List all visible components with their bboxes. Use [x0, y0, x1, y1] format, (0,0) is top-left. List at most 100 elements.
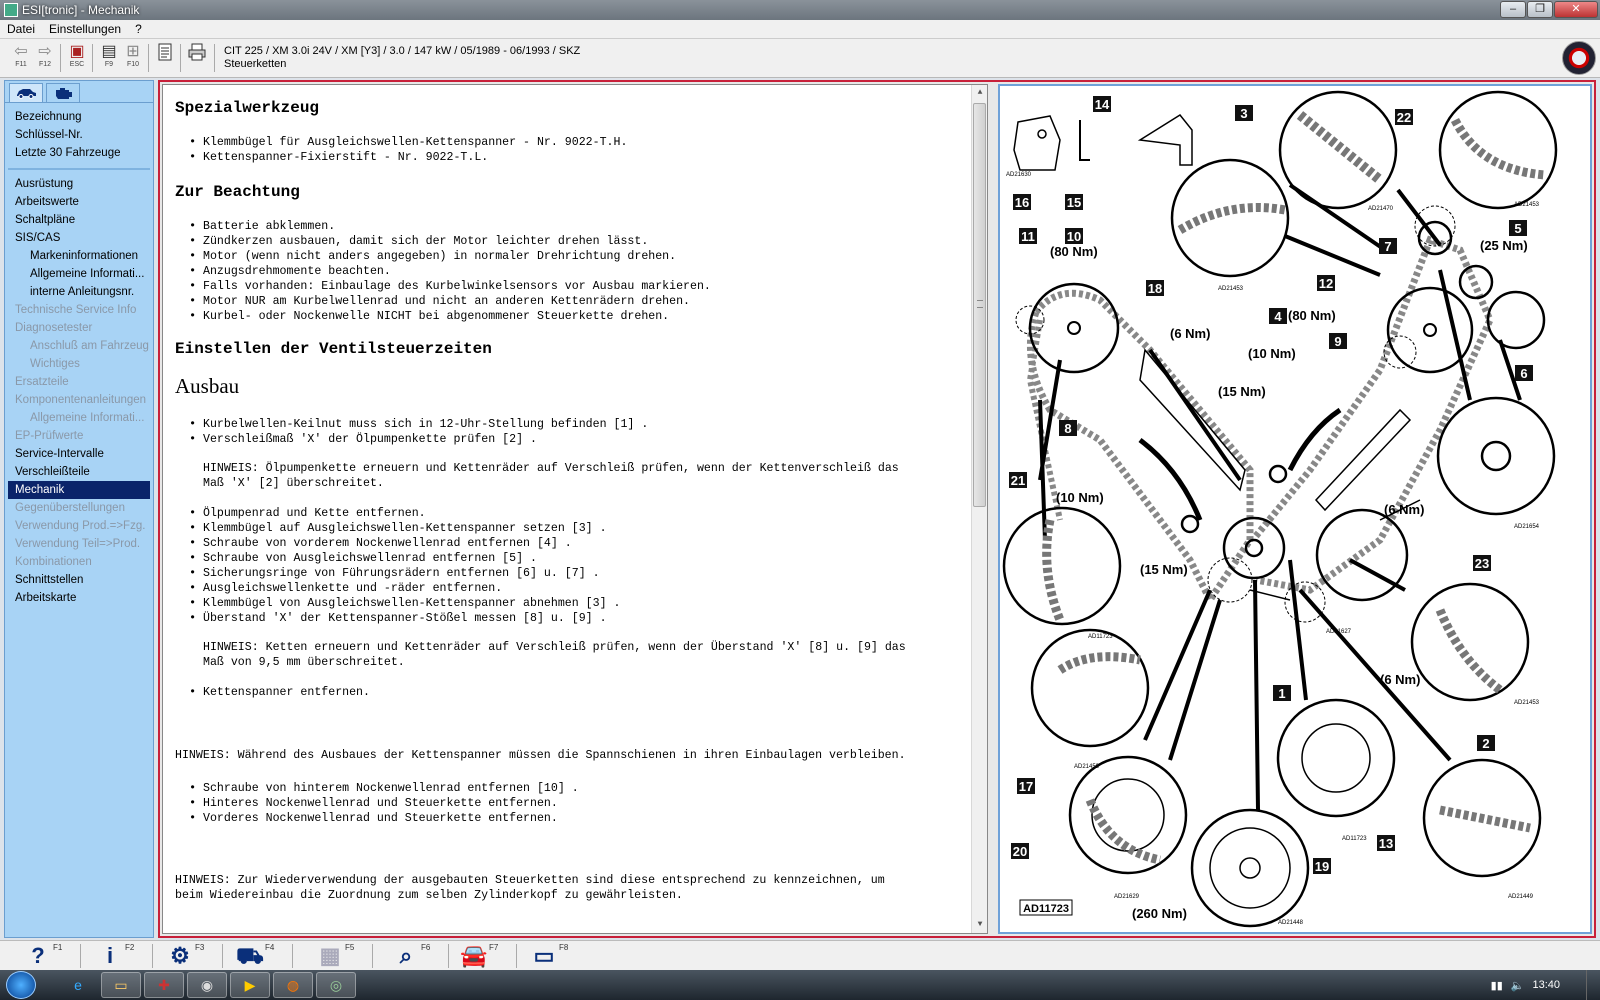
forward-button[interactable]: ⇨ F12 — [34, 43, 56, 73]
bosch-logo — [1562, 41, 1596, 75]
search-button[interactable]: ⌕ F6 — [392, 943, 431, 969]
figure-ref-label: AD21630 — [1006, 172, 1032, 178]
back-button[interactable]: ⇦ F11 — [10, 43, 32, 73]
clock[interactable]: 13:40 — [1532, 979, 1560, 991]
bosch-esi-icon[interactable]: ◎ — [316, 972, 356, 998]
window-controls: – ❐ ✕ — [1499, 1, 1598, 18]
sidebar-item-schnittstellen[interactable]: Schnittstellen — [8, 571, 150, 589]
text-scrollbar[interactable]: ▲ ▼ — [971, 85, 987, 933]
list-item: Motor NUR am Kurbelwellenrad und nicht a… — [175, 294, 971, 309]
vehicle-button[interactable]: 🚘 F7 — [460, 943, 498, 969]
callout-label: 15 — [1067, 195, 1081, 210]
sidebar-item-service-intervalle[interactable]: Service-Intervalle — [8, 445, 150, 463]
callout-label: 2 — [1482, 736, 1489, 751]
list-spezialwerkzeug: Klemmbügel für Ausgleichswellen-Kettensp… — [175, 135, 971, 165]
sidebar-item-bezeichnung[interactable]: Bezeichnung — [8, 108, 150, 126]
sidebar-item-kombinationen: Kombinationen — [15, 556, 92, 568]
callout-label: 3 — [1240, 106, 1247, 121]
vehicle-info: CIT 225 / XM 3.0i 24V / XM [Y3] / 3.0 / … — [224, 45, 580, 71]
vehicle-data-button[interactable]: ⛟ F4 — [236, 943, 274, 969]
network-icon[interactable]: ▮▮ — [1491, 979, 1503, 992]
monitor-icon: ▭ — [533, 943, 555, 968]
sidebar-item-technische-service-info: Technische Service Info — [15, 304, 137, 316]
sidebar-item-sis-cas[interactable]: SIS/CAS — [8, 229, 150, 247]
sidebar-item-markeninformationen[interactable]: Markeninformationen — [8, 247, 150, 265]
minimize-button[interactable]: – — [1500, 1, 1526, 18]
sidebar-item-arbeitswerte[interactable]: Arbeitswerte — [8, 193, 150, 211]
callout-label: 19 — [1315, 859, 1329, 874]
callout-label: 12 — [1319, 276, 1333, 291]
heading-einstellen: Einstellen der Ventilsteuerzeiten — [175, 340, 492, 358]
components-button[interactable]: ⚙ F3 — [166, 943, 204, 969]
esi-tronic-icon[interactable]: ✚ — [144, 972, 184, 998]
figure-ref-label: AD11723 — [1088, 634, 1113, 640]
list-item: Sicherungsringe von Führungsrädern entfe… — [175, 566, 971, 581]
printer-icon — [188, 43, 206, 61]
escape-button[interactable]: ▣ ESC — [66, 43, 88, 73]
scroll-up-arrow[interactable]: ▲ — [972, 85, 987, 101]
close-button[interactable]: ✕ — [1554, 1, 1598, 18]
menu-datei[interactable]: Datei — [0, 22, 42, 36]
sidebar-item-mechanik[interactable]: Mechanik — [8, 481, 150, 499]
info-button[interactable]: i F2 — [96, 943, 134, 969]
arrow-right-icon: ⇨ — [38, 43, 52, 60]
list-ausbau-4: Schraube von hinterem Nockenwellenrad en… — [175, 781, 971, 826]
tab-vehicle[interactable] — [9, 83, 43, 102]
sidebar-item-schluessel[interactable]: Schlüssel-Nr. — [8, 126, 150, 144]
list-item: Klemmbügel für Ausgleichswellen-Kettensp… — [175, 135, 971, 150]
internet-explorer-icon[interactable]: e — [58, 972, 98, 998]
sidebar-item-arbeitskarte[interactable]: Arbeitskarte — [8, 589, 150, 607]
system-tray: ▮▮ 🔈 13:40 — [1483, 970, 1560, 1000]
sidebar-item-interne-anleitungsnr[interactable]: interne Anleitungsnr. — [8, 283, 150, 301]
text-panel[interactable]: Spezialwerkzeug Klemmbügel für Ausgleich… — [162, 84, 988, 934]
fkey-label: F2 — [125, 943, 135, 952]
volume-icon[interactable]: 🔈 — [1511, 979, 1525, 992]
scroll-down-arrow[interactable]: ▼ — [972, 917, 987, 933]
steam-icon[interactable]: ◉ — [187, 972, 227, 998]
tree-icon: ⊞ — [126, 43, 140, 60]
menu-einstellungen[interactable]: Einstellungen — [42, 22, 128, 36]
screen-button[interactable]: ▭ F8 — [530, 943, 569, 969]
firefox-icon[interactable]: ◍ — [273, 972, 313, 998]
car-icon: 🚘 — [460, 943, 488, 968]
show-desktop-button[interactable] — [1586, 970, 1600, 1000]
start-button[interactable] — [6, 971, 36, 999]
list-item: Hinteres Nockenwellenrad und Steuerkette… — [175, 796, 971, 811]
print-button[interactable] — [186, 43, 208, 73]
fkey-separator — [80, 944, 81, 968]
list-item: Ölpumpenrad und Kette entfernen. — [175, 506, 971, 521]
list-item: Schraube von vorderem Nockenwellenrad en… — [175, 536, 971, 551]
vehicle-line: CIT 225 / XM 3.0i 24V / XM [Y3] / 3.0 / … — [224, 45, 581, 57]
list-ausbau-2: Ölpumpenrad und Kette entfernen.Klemmbüg… — [175, 506, 971, 626]
scroll-thumb[interactable] — [973, 103, 986, 507]
menu-bar: Datei Einstellungen ? — [0, 20, 1600, 39]
torque-label: (80 Nm) — [1050, 244, 1098, 259]
page-button[interactable] — [154, 43, 176, 73]
explorer-folder-icon[interactable]: ▭ — [101, 972, 141, 998]
fkey-label: F7 — [489, 943, 499, 952]
list-item: Klemmbügel auf Ausgleichswellen-Kettensp… — [175, 521, 971, 536]
menu-help[interactable]: ? — [128, 22, 149, 36]
list-zur-beachtung: Batterie abklemmen.Zündkerzen ausbauen, … — [175, 219, 971, 324]
figure-ref-label: AD21627 — [1326, 629, 1352, 635]
media-player-icon[interactable]: ▶ — [230, 972, 270, 998]
callout-label: 10 — [1067, 229, 1081, 244]
f9-button[interactable]: ▤ F9 — [98, 43, 120, 73]
maximize-button[interactable]: ❐ — [1527, 1, 1553, 18]
sidebar-item-letzte-fahrzeuge[interactable]: Letzte 30 Fahrzeuge — [8, 144, 150, 162]
fkey-label: F8 — [559, 943, 569, 952]
f5-button: ▦ F5 — [316, 943, 355, 969]
tab-engine[interactable] — [46, 83, 80, 102]
callout-label: 21 — [1011, 473, 1025, 488]
f10-button[interactable]: ⊞ F10 — [122, 43, 144, 73]
diagram-panel[interactable]: 14 3 22 16 15 11 10 5 7 18 12 4 9 6 8 21 23 1 2 17 13 20 19 (8… — [998, 84, 1592, 934]
heading-ausbau: Ausbau — [175, 374, 240, 398]
figure-ref-label: AD21453 — [1514, 202, 1540, 208]
sidebar-item-schaltpläne[interactable]: Schaltpläne — [8, 211, 150, 229]
sidebar-item-ausrüstung[interactable]: Ausrüstung — [8, 175, 150, 193]
callout-label: 22 — [1397, 110, 1411, 125]
torque-label: (25 Nm) — [1480, 238, 1528, 253]
sidebar-item-verschleißteile[interactable]: Verschleißteile — [8, 463, 150, 481]
help-button[interactable]: ? F1 — [24, 943, 62, 969]
sidebar-item-allgemeine-informati[interactable]: Allgemeine Informati... — [8, 265, 150, 283]
